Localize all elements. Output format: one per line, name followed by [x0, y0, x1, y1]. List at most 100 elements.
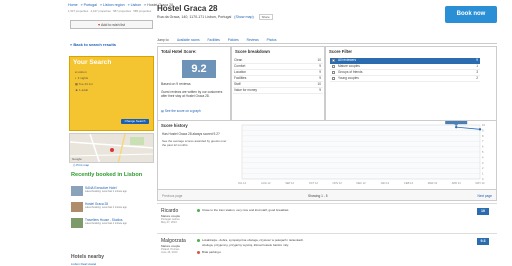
search-guests-value: 1 adult [79, 88, 89, 92]
pin-icon: ● [75, 70, 77, 74]
search-city: ● Lisbon [75, 70, 87, 74]
review-pager: Previous page Showing 1 - 5 Next page [157, 189, 497, 201]
filter-option[interactable]: Young couples 2 [330, 76, 480, 82]
y-tick-label: 9 [482, 128, 484, 132]
heart-icon: ♥ [98, 23, 101, 27]
filter-checkbox[interactable] [332, 65, 335, 68]
hotel-thumbnail [71, 218, 83, 228]
graph-icon: ▤ [161, 109, 165, 113]
breakdown-label: Comfort [234, 64, 246, 68]
breakdown-row: Facilities 9 [233, 76, 323, 82]
add-to-wishlist-button[interactable]: ♥ Add to wish list [70, 20, 153, 29]
nearby-hotel-link[interactable]: Lisbon Real Hostel [71, 262, 96, 266]
x-tick-label: FEB 13 [404, 181, 413, 185]
review-score: 10 [477, 208, 489, 215]
total-score-panel: Total Hotel Score: Based on 9 reviews Gu… [157, 46, 231, 130]
your-search-panel: Your Search ● Lisbon ◐ 3 nights ▦ Tue 23… [69, 56, 154, 131]
recent-booking-item[interactable]: Hostel Graca 28 Latest booking: Less tha… [71, 202, 151, 216]
review-item: Malgorzata Mature couple Poland, Poznan J… [157, 233, 497, 266]
breakdown-row: Location 9 [233, 70, 323, 76]
book-now-button[interactable]: Book now [445, 6, 497, 23]
filter-title: Score Filter [329, 49, 353, 54]
total-score-value: 9.2 [182, 60, 216, 78]
score-history-panel: Score history Has Hostel Graca 28 always… [157, 120, 497, 190]
filter-option-all[interactable]: All reviewers 9 [330, 58, 480, 64]
filter-checkbox[interactable] [332, 59, 335, 62]
based-on-text: Based on 9 reviews [161, 82, 191, 86]
tab-policies[interactable]: Policies [228, 38, 239, 42]
jump-to-tabs: Jump to: Available rooms Facilities Poli… [157, 36, 497, 44]
x-tick-label: SEP 12 [285, 181, 294, 185]
data-point [478, 128, 482, 131]
filter-checkbox[interactable] [332, 71, 335, 74]
recent-hotel-desc: Latest booking: Less than 1 minute ago [85, 222, 127, 225]
jump-to-label: Jump to: [157, 38, 170, 42]
search-city-value: Lisbon [77, 70, 87, 74]
score-graph-label: See the score on a graph [164, 109, 201, 113]
x-tick-label: DEC 12 [356, 181, 366, 185]
review-negative: Brak parkingu. [197, 250, 221, 254]
hotel-title: Hostel Graca 28 [157, 4, 218, 13]
tab-photos[interactable]: Photos [267, 38, 277, 42]
y-tick-label: 0 [482, 177, 484, 181]
recent-booking-item[interactable]: Travellers House - Studios Latest bookin… [71, 218, 151, 232]
filter-count: 2 [476, 76, 478, 80]
tab-reviews[interactable]: Reviews [247, 38, 259, 42]
change-search-button[interactable]: Change Search [121, 119, 149, 124]
next-page-link[interactable]: Next page [477, 190, 492, 202]
hotel-thumbnail [71, 202, 83, 212]
filter-label: Young couples [338, 76, 359, 80]
history-question: Has Hostel Graca 28 always scored 9.2? [162, 132, 220, 136]
breakdown-row: Clean 10 [233, 58, 323, 64]
filter-count: 1 [476, 64, 478, 68]
map-pin-icon [110, 148, 114, 152]
y-tick-label: 6 [482, 145, 484, 149]
breadcrumb-count: 1,547 properties [68, 9, 89, 13]
breakdown-row: Value for money 9 [233, 88, 323, 94]
recent-booking-item[interactable]: SANA Executive Hotel Latest booking: Les… [71, 186, 151, 200]
x-tick-label: MAR 13 [428, 181, 438, 185]
your-search-title: Your Search [73, 59, 112, 66]
history-desc: See the average scores awarded by guests… [162, 139, 227, 147]
location-map[interactable]: Google [69, 133, 154, 163]
review-positive-cont: obsluga, przyjemny, przyjazny wystroj, k… [202, 243, 289, 247]
x-tick-label: NOV 12 [333, 181, 343, 185]
back-to-results-link[interactable]: « Back to search results [70, 42, 116, 47]
score-graph-link[interactable]: ▤ See the score on a graph [161, 109, 201, 113]
filter-checkbox[interactable] [332, 77, 335, 80]
x-tick-label: MAY 13 [476, 181, 486, 185]
showing-range: Showing 1 - 5 [308, 194, 328, 198]
history-title: Score history [161, 123, 188, 128]
recent-hotel-desc: Latest booking: Less than 1 minute ago [85, 206, 127, 209]
print-map-link[interactable]: ⎙ Print map [73, 163, 89, 167]
tab-available-rooms[interactable]: Available rooms [177, 38, 200, 42]
breadcrumb-home[interactable]: Home [68, 3, 78, 7]
search-checkin-value: Tue 23 Jul [78, 82, 93, 86]
breakdown-value: 10 [317, 82, 321, 86]
review-score: 9.3 [477, 238, 489, 245]
y-tick-label: 4 [482, 155, 484, 159]
breadcrumb-country[interactable]: Portugal [84, 3, 97, 7]
search-nights-value: 3 nights [77, 76, 89, 80]
plus-icon [197, 238, 200, 242]
score-note: Guest reviews are written by our custome… [161, 90, 223, 98]
tab-facilities[interactable]: Facilities [207, 38, 219, 42]
x-tick-label: APR 13 [452, 181, 461, 185]
breadcrumb-region[interactable]: Lisbon region [103, 3, 125, 7]
person-icon: ☻ [75, 88, 79, 92]
filter-label: Groups of friends [338, 70, 363, 74]
filter-count: 9 [476, 58, 478, 62]
print-map-label: Print map [76, 163, 90, 167]
prev-page-link[interactable]: Previous page [162, 190, 182, 202]
wishlist-label: Add to wish list [100, 23, 125, 27]
x-tick-label: OCT 12 [309, 181, 319, 185]
hotel-thumbnail [71, 186, 83, 196]
filter-option[interactable]: Groups of friends 3 [330, 70, 480, 76]
score-bubble-label: 9.6 [451, 121, 461, 123]
breadcrumb-count: 585 properties [133, 9, 152, 13]
breadcrumb-city[interactable]: Lisbon [131, 3, 142, 7]
filter-option[interactable]: Mature couples 1 [330, 64, 480, 70]
share-button[interactable]: Share [258, 14, 273, 20]
moon-icon: ◐ [75, 76, 77, 80]
show-map-link[interactable]: (Show map) [234, 15, 253, 19]
